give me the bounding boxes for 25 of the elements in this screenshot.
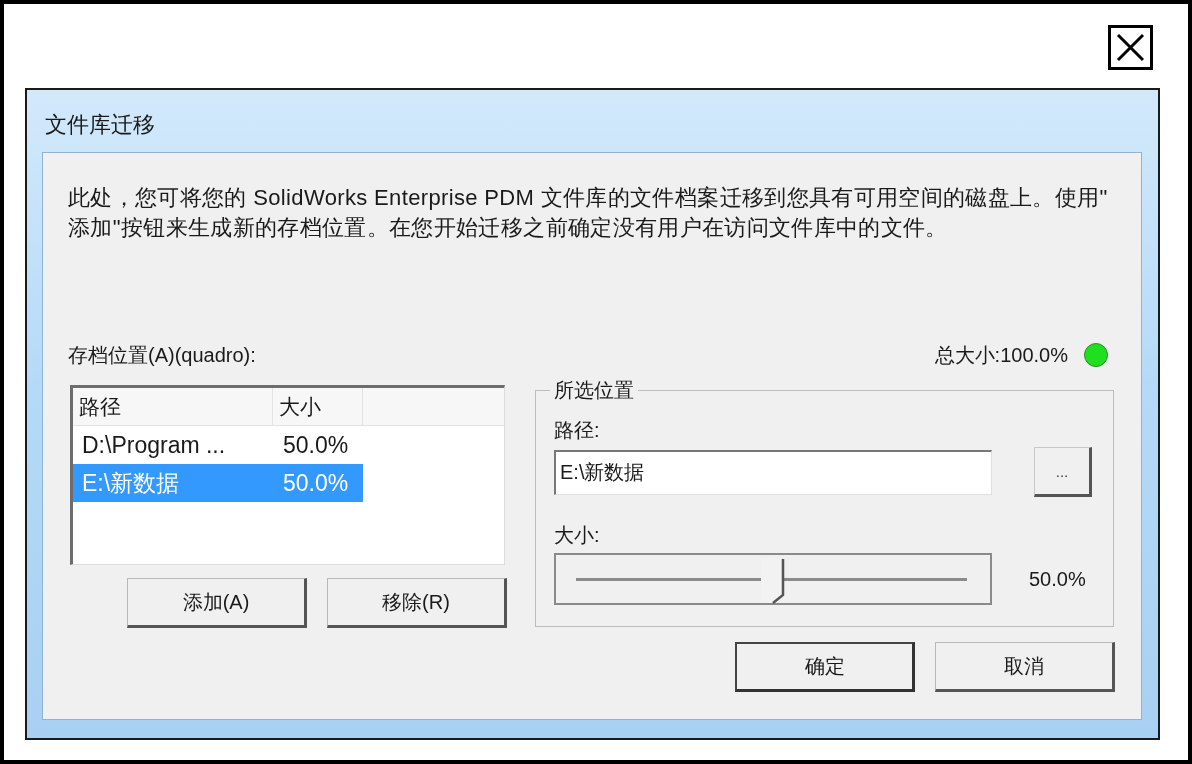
- close-button[interactable]: [1108, 25, 1153, 70]
- cancel-button[interactable]: 取消: [935, 642, 1115, 692]
- window-title: 文件库迁移: [45, 111, 155, 139]
- archive-locations-label: 存档位置(A)(quadro):: [68, 343, 257, 367]
- path-field[interactable]: E:\新数据: [554, 449, 992, 495]
- size-cell-text: 50.0%: [282, 469, 350, 497]
- path-label: 路径:: [554, 418, 601, 442]
- column-header[interactable]: 大小: [273, 388, 363, 425]
- close-icon: [1116, 33, 1145, 62]
- ok-button[interactable]: 确定: [735, 642, 915, 692]
- add-button[interactable]: 添加(A): [127, 578, 307, 628]
- size-cell-text: 50.0%: [282, 431, 350, 459]
- slider-thumb[interactable]: [759, 558, 785, 604]
- column-header[interactable]: 路径: [73, 388, 273, 425]
- path-cell-text: D:\Program ...: [81, 431, 227, 459]
- size-reading: 50.0%: [1029, 567, 1086, 591]
- size-label: 大小:: [554, 523, 601, 547]
- size-slider-track[interactable]: [554, 553, 992, 605]
- list-row[interactable]: D:\Program ... 50.0%: [73, 426, 363, 464]
- total-size-label: 总大小:100.0%: [934, 343, 1068, 367]
- path-cell-text: E:\新数据: [81, 468, 181, 498]
- browse-button[interactable]: ...: [1034, 447, 1092, 497]
- description-text: 此处，您可将您的 SolidWorks Enterprise PDM 文件库的文件档案迁移到您具有可用空间的磁盘上。使用"添加"按钮来生成新的存档位置。在您开始迁移之前确定没有用户在访问文件库中的文件。: [68, 184, 1109, 242]
- group-title: 所选位置: [550, 378, 638, 402]
- remove-button[interactable]: 移除(R): [327, 578, 507, 628]
